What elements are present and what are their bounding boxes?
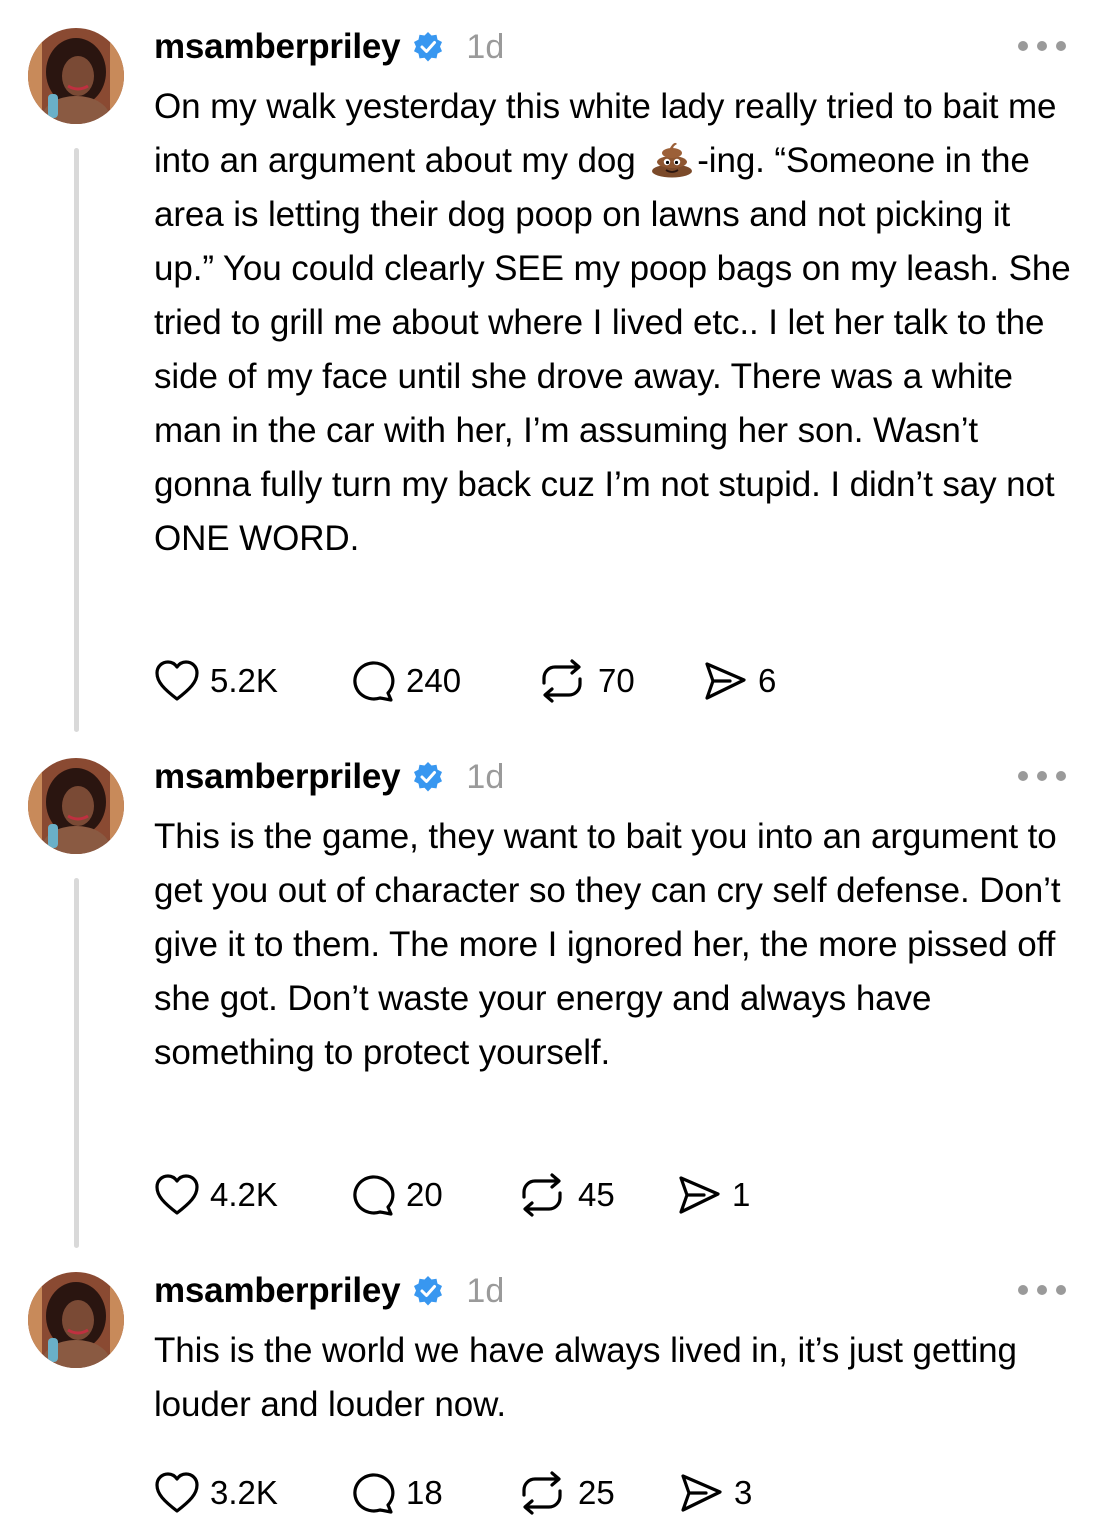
share-button[interactable]: 1 — [676, 1173, 750, 1217]
reply-icon — [353, 661, 395, 702]
post-actions: 4.2K 20 45 1 — [154, 1170, 750, 1220]
poop-emoji-icon — [649, 138, 695, 178]
username[interactable]: msamberpriley — [154, 757, 401, 797]
thread-post: msamberpriley 1d This is the game, they … — [0, 730, 1100, 1256]
post-text: This is the game, they want to bait you … — [154, 817, 1061, 1072]
post-actions: 5.2K 240 70 6 — [154, 656, 776, 706]
thread-post: msamberpriley 1d This is the world we ha… — [0, 1244, 1100, 1536]
username[interactable]: msamberpriley — [154, 27, 401, 67]
share-count: 6 — [758, 662, 777, 699]
share-button[interactable]: 3 — [678, 1471, 752, 1515]
reply-count: 18 — [406, 1474, 443, 1511]
like-button[interactable]: 3.2K — [154, 1471, 350, 1515]
like-count: 4.2K — [210, 1176, 278, 1213]
post-header: msamberpriley 1d — [154, 22, 504, 72]
post-header: msamberpriley 1d — [154, 1266, 504, 1316]
repost-count: 70 — [598, 662, 635, 699]
thread-line — [74, 878, 79, 1248]
verified-badge-icon — [412, 31, 444, 63]
reply-button[interactable]: 240 — [350, 659, 536, 703]
more-options-icon[interactable] — [1018, 1280, 1066, 1300]
heart-icon — [155, 660, 199, 701]
more-options-icon[interactable] — [1018, 766, 1066, 786]
share-icon — [681, 1474, 722, 1512]
heart-icon — [155, 1174, 199, 1215]
share-button[interactable]: 6 — [702, 659, 776, 703]
thread-post: msamberpriley 1d On my walk yesterday th… — [0, 0, 1100, 740]
repost-button[interactable]: 45 — [516, 1173, 676, 1217]
verified-badge-icon — [412, 761, 444, 793]
post-time: 1d — [466, 27, 505, 66]
like-button[interactable]: 4.2K — [154, 1173, 350, 1217]
reply-icon — [353, 1473, 395, 1514]
repost-button[interactable]: 25 — [516, 1471, 678, 1515]
username[interactable]: msamberpriley — [154, 1271, 401, 1311]
reply-count: 20 — [406, 1176, 443, 1213]
reply-button[interactable]: 20 — [350, 1173, 516, 1217]
reply-button[interactable]: 18 — [350, 1471, 516, 1515]
repost-icon — [542, 659, 582, 703]
reply-icon — [353, 1175, 395, 1216]
reply-count: 240 — [406, 662, 462, 699]
avatar[interactable] — [28, 28, 124, 124]
post-actions: 3.2K 18 25 3 — [154, 1468, 752, 1518]
share-icon — [679, 1176, 720, 1214]
repost-count: 25 — [578, 1474, 615, 1511]
share-count: 1 — [732, 1176, 751, 1213]
post-time: 1d — [466, 757, 505, 796]
thread-line — [74, 148, 79, 732]
repost-icon — [522, 1471, 562, 1515]
post-header: msamberpriley 1d — [154, 752, 504, 802]
post-text-part: -ing. “Someone in the area is letting th… — [154, 141, 1071, 558]
heart-icon — [155, 1472, 199, 1513]
post-text: On my walk yesterday this white lady rea… — [154, 80, 1074, 566]
like-button[interactable]: 5.2K — [154, 659, 350, 703]
share-icon — [705, 662, 746, 700]
like-count: 3.2K — [210, 1474, 278, 1511]
post-time: 1d — [466, 1271, 505, 1310]
repost-button[interactable]: 70 — [536, 659, 702, 703]
repost-icon — [522, 1173, 562, 1217]
share-count: 3 — [734, 1474, 753, 1511]
repost-count: 45 — [578, 1176, 615, 1213]
avatar[interactable] — [28, 1272, 124, 1368]
avatar[interactable] — [28, 758, 124, 854]
post-text: This is the world we have always lived i… — [154, 1331, 1017, 1424]
verified-badge-icon — [412, 1275, 444, 1307]
like-count: 5.2K — [210, 662, 278, 699]
more-options-icon[interactable] — [1018, 36, 1066, 56]
